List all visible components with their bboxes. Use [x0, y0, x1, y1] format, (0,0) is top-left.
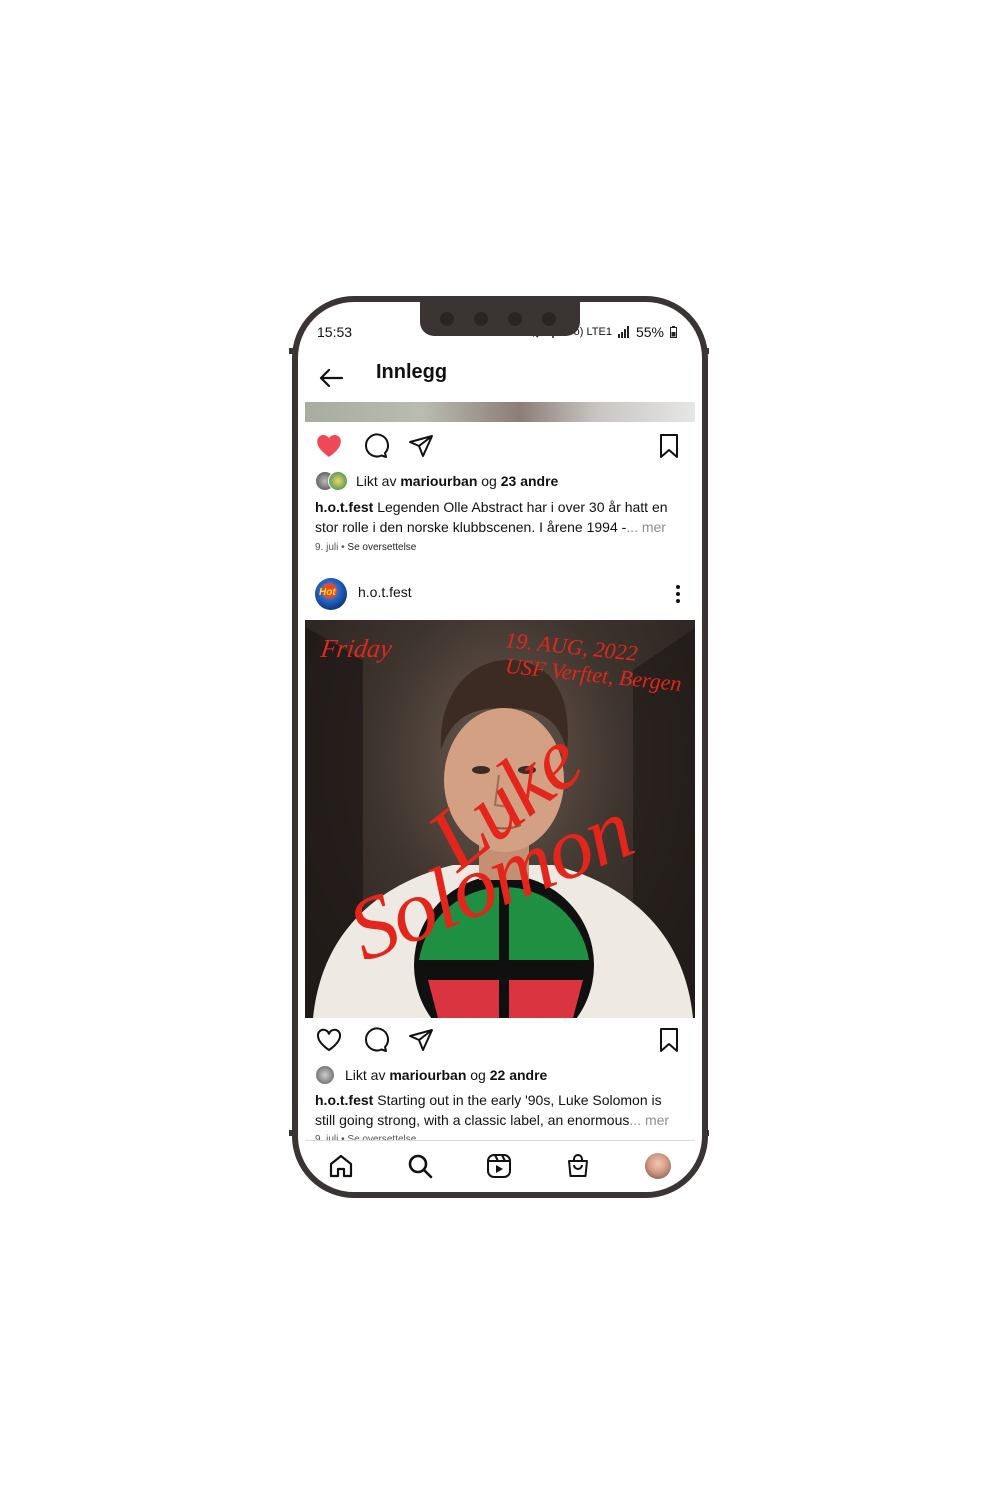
liked-by-user[interactable]: mariourban	[389, 1067, 466, 1083]
battery-percent: 55%	[635, 324, 664, 340]
liked-by-user[interactable]: mariourban	[400, 473, 477, 489]
likes-join: og	[470, 1067, 486, 1083]
caption-username[interactable]: h.o.t.fest	[315, 499, 373, 515]
shop-icon[interactable]	[565, 1153, 591, 1179]
bottom-nav	[305, 1140, 695, 1186]
like-heart-icon[interactable]	[315, 1026, 343, 1054]
caption-text-line2: stor rolle i den norske klubbscenen. I å…	[315, 519, 627, 535]
likes-prefix: Likt av	[345, 1067, 386, 1083]
comment-icon[interactable]	[361, 1026, 389, 1054]
post-date: 9. juli	[315, 542, 339, 553]
like-heart-filled-icon[interactable]	[315, 432, 343, 460]
likes-count[interactable]: 23 andre	[501, 473, 559, 489]
previous-post-image[interactable]	[305, 402, 695, 422]
comment-icon[interactable]	[361, 432, 389, 460]
phone-side-button	[289, 348, 294, 354]
top-bar: Innlegg	[305, 354, 695, 402]
caption-more-link[interactable]: ... mer	[626, 519, 666, 535]
caption-text-line1: Legenden Olle Abstract har i over 30 år …	[377, 499, 668, 515]
camera-notch	[420, 300, 580, 336]
share-icon[interactable]	[407, 432, 435, 460]
post1-action-bar	[305, 426, 695, 466]
post2-action-bar	[305, 1020, 695, 1060]
poster-day: Friday	[319, 634, 394, 663]
liker-avatar	[328, 471, 348, 491]
translate-link[interactable]: Se oversettelse	[347, 542, 416, 553]
bookmark-icon[interactable]	[655, 432, 683, 460]
phone-side-button	[289, 1130, 294, 1136]
avatar-logo-text: Hot	[319, 587, 336, 598]
back-arrow-icon[interactable]	[317, 364, 345, 392]
profile-avatar[interactable]	[645, 1153, 671, 1179]
caption-text-line2: still going strong, with a classic label…	[315, 1112, 630, 1128]
post1-caption: h.o.t.fest Legenden Olle Abstract har i …	[315, 497, 685, 537]
bookmark-icon[interactable]	[655, 1026, 683, 1054]
more-options-icon[interactable]	[675, 584, 681, 604]
battery-icon	[670, 326, 677, 338]
post-username[interactable]: h.o.t.fest	[358, 584, 412, 600]
search-icon[interactable]	[407, 1153, 433, 1179]
status-time: 15:53	[317, 324, 353, 340]
liker-avatar	[315, 1065, 335, 1085]
post1-meta: 9. juli • Se oversettelse	[315, 542, 417, 553]
share-icon[interactable]	[407, 1026, 435, 1054]
home-icon[interactable]	[328, 1153, 354, 1179]
reels-icon[interactable]	[486, 1153, 512, 1179]
account-avatar[interactable]: Hot	[315, 578, 347, 610]
caption-more-link[interactable]: ... mer	[629, 1112, 669, 1128]
post2-likes: Likt av mariourban og 22 andre	[315, 1065, 547, 1085]
page-title: Innlegg	[376, 361, 448, 383]
likes-count[interactable]: 22 andre	[490, 1067, 548, 1083]
phone-side-button	[704, 348, 709, 354]
phone-screen: 15:53 Vo) LTE1 55% Innlegg Likt av mario…	[305, 310, 695, 1186]
caption-text-line1: Starting out in the early '90s, Luke Sol…	[377, 1092, 662, 1108]
post1-likes: Likt av mariourban og 23 andre	[315, 471, 558, 491]
likes-join: og	[481, 473, 497, 489]
post2-caption: h.o.t.fest Starting out in the early '90…	[315, 1090, 685, 1130]
likes-prefix: Likt av	[356, 473, 397, 489]
caption-username[interactable]: h.o.t.fest	[315, 1092, 373, 1108]
post-image-poster[interactable]: Friday 19. AUG, 2022 USF Verftet, Bergen…	[305, 620, 695, 1018]
phone-side-button	[704, 1130, 709, 1136]
post2-header: Hot h.o.t.fest	[305, 572, 695, 616]
signal-icon	[617, 326, 629, 338]
